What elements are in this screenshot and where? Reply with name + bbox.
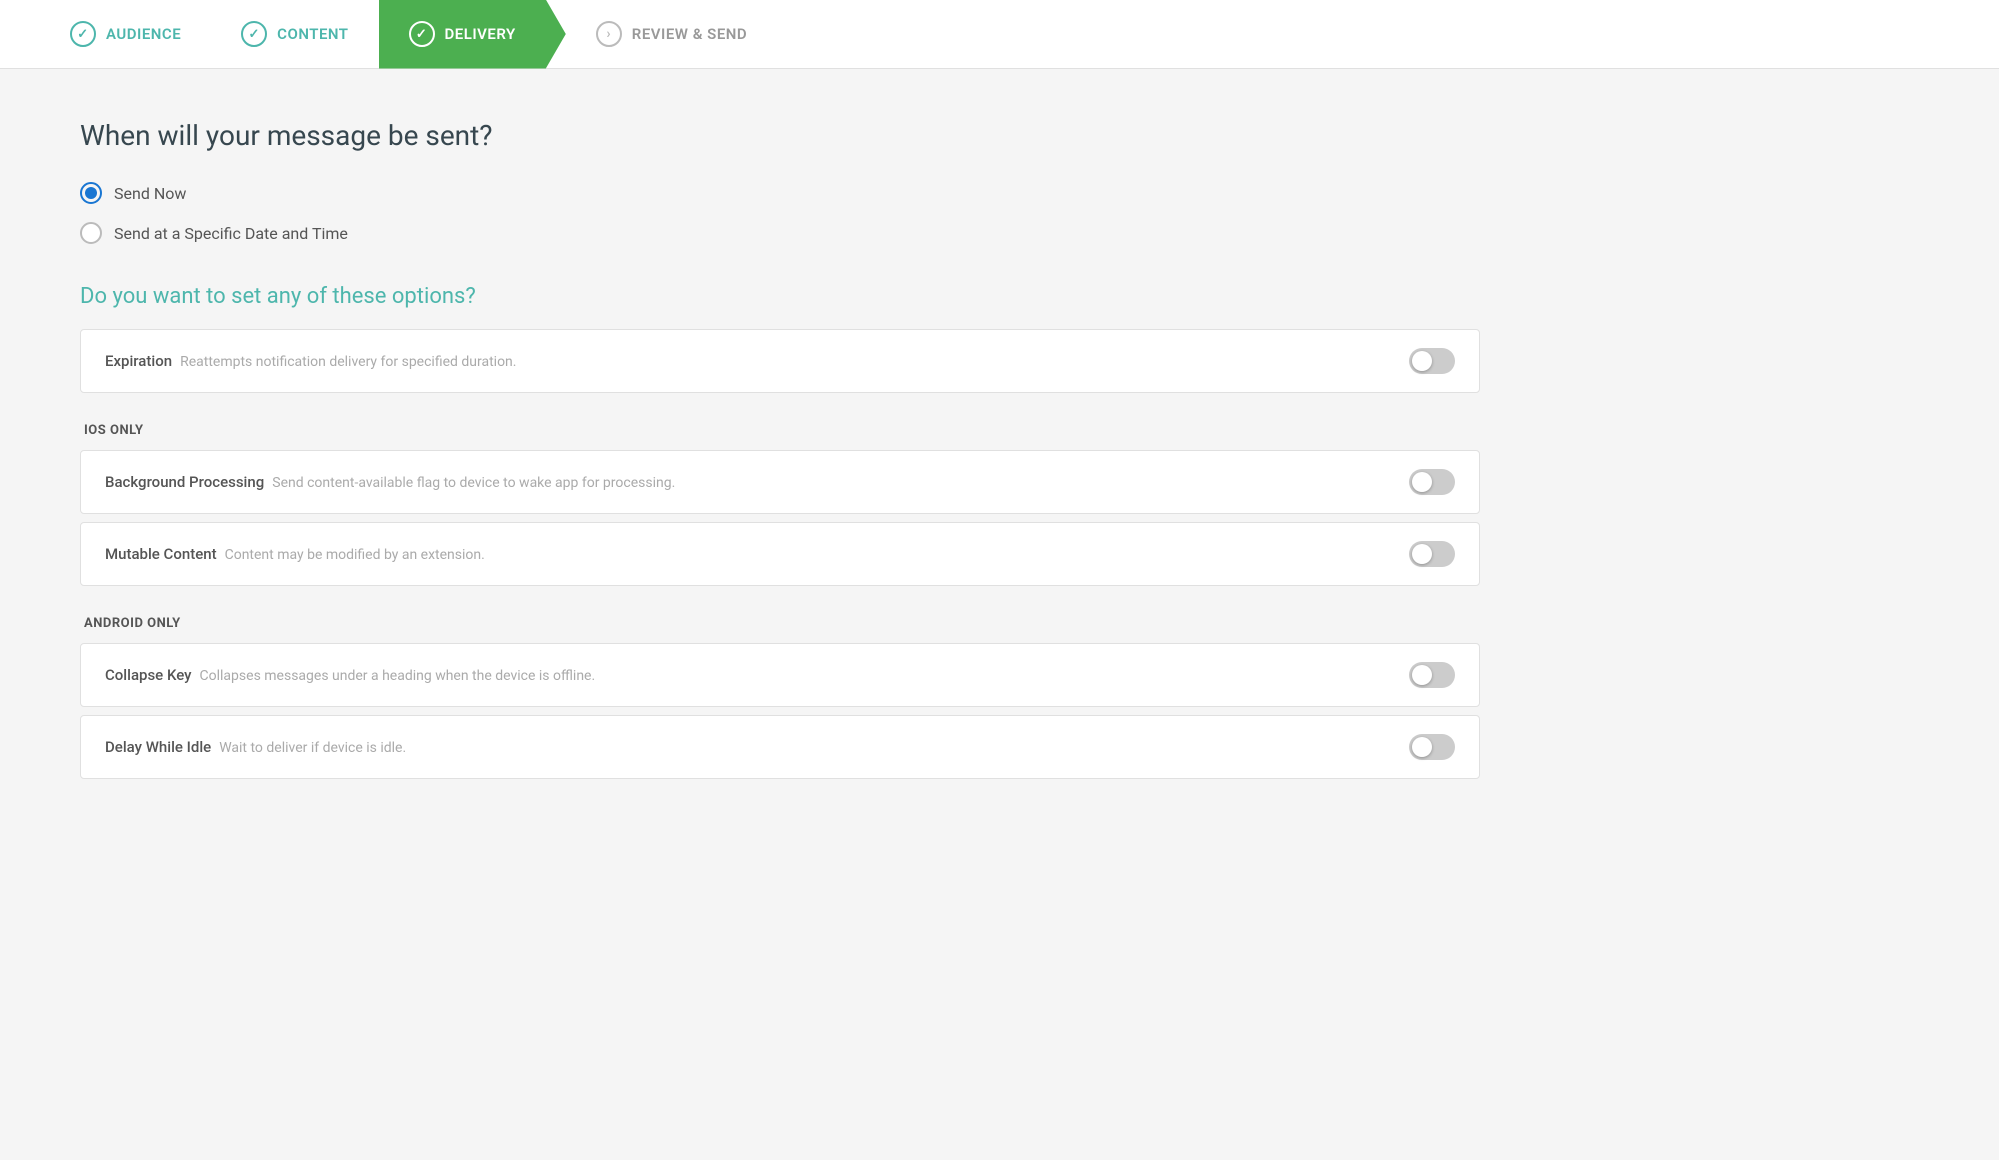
delay-while-idle-option-desc: Wait to deliver if device is idle. <box>219 740 406 756</box>
delay-while-idle-toggle-track <box>1409 734 1455 760</box>
delivery-check-icon: ✓ <box>416 27 427 42</box>
main-content: When will your message be sent? Send Now… <box>0 69 1500 859</box>
mutable-content-option-desc: Content may be modified by an extension. <box>225 547 485 563</box>
mutable-content-option-text: Mutable Content Content may be modified … <box>105 545 485 563</box>
audience-step-label: AUDIENCE <box>106 25 181 43</box>
review-send-chevron-icon: › <box>606 26 611 42</box>
collapse-key-option-desc: Collapses messages under a heading when … <box>200 668 596 684</box>
collapse-key-toggle-thumb <box>1412 665 1432 685</box>
expiration-toggle[interactable] <box>1409 348 1455 374</box>
delay-while-idle-toggle[interactable] <box>1409 734 1455 760</box>
content-step-icon: ✓ <box>241 21 267 47</box>
send-scheduled-label: Send at a Specific Date and Time <box>114 224 348 243</box>
mutable-content-option-card: Mutable Content Content may be modified … <box>80 522 1480 586</box>
ios-only-section: IOS ONLY Background Processing Send cont… <box>80 423 1480 586</box>
collapse-key-option-card: Collapse Key Collapses messages under a … <box>80 643 1480 707</box>
expiration-toggle-track <box>1409 348 1455 374</box>
general-options-section: Expiration Reattempts notification deliv… <box>80 329 1480 393</box>
audience-step-icon: ✓ <box>70 21 96 47</box>
expiration-toggle-thumb <box>1412 351 1432 371</box>
background-processing-toggle[interactable] <box>1409 469 1455 495</box>
nav-step-review-send[interactable]: › REVIEW & SEND <box>566 0 777 69</box>
send-scheduled-option[interactable]: Send at a Specific Date and Time <box>80 222 1420 244</box>
delay-while-idle-option-text: Delay While Idle Wait to deliver if devi… <box>105 738 406 756</box>
expiration-option-card: Expiration Reattempts notification deliv… <box>80 329 1480 393</box>
ios-only-label: IOS ONLY <box>80 423 1480 438</box>
mutable-content-toggle-track <box>1409 541 1455 567</box>
collapse-key-option-text: Collapse Key Collapses messages under a … <box>105 666 595 684</box>
collapse-key-toggle-track <box>1409 662 1455 688</box>
android-only-section: ANDROID ONLY Collapse Key Collapses mess… <box>80 616 1480 779</box>
options-section-title: Do you want to set any of these options? <box>80 284 1420 309</box>
send-time-radio-group: Send Now Send at a Specific Date and Tim… <box>80 182 1420 244</box>
expiration-option-name: Expiration <box>105 352 172 370</box>
send-now-radio[interactable] <box>80 182 102 204</box>
background-processing-option-card: Background Processing Send content-avail… <box>80 450 1480 514</box>
collapse-key-toggle[interactable] <box>1409 662 1455 688</box>
content-step-label: CONTENT <box>277 25 348 43</box>
review-send-step-label: REVIEW & SEND <box>632 25 747 43</box>
nav-step-content[interactable]: ✓ CONTENT <box>211 0 378 69</box>
send-now-option[interactable]: Send Now <box>80 182 1420 204</box>
nav-step-delivery[interactable]: ✓ DELIVERY <box>379 0 566 69</box>
mutable-content-toggle[interactable] <box>1409 541 1455 567</box>
options-container: Expiration Reattempts notification deliv… <box>80 329 1480 779</box>
top-navigation: ✓ AUDIENCE ✓ CONTENT ✓ DELIVERY › REVIEW… <box>0 0 1999 69</box>
delivery-step-label: DELIVERY <box>445 25 516 43</box>
background-processing-option-name: Background Processing <box>105 473 264 491</box>
android-only-label: ANDROID ONLY <box>80 616 1480 631</box>
background-processing-toggle-thumb <box>1412 472 1432 492</box>
background-processing-toggle-track <box>1409 469 1455 495</box>
delay-while-idle-option-card: Delay While Idle Wait to deliver if devi… <box>80 715 1480 779</box>
send-scheduled-radio[interactable] <box>80 222 102 244</box>
when-section-title: When will your message be sent? <box>80 119 1420 152</box>
delivery-step-icon: ✓ <box>409 21 435 47</box>
mutable-content-toggle-thumb <box>1412 544 1432 564</box>
collapse-key-option-name: Collapse Key <box>105 666 192 684</box>
review-send-step-icon: › <box>596 21 622 47</box>
background-processing-option-text: Background Processing Send content-avail… <box>105 473 675 491</box>
background-processing-option-desc: Send content-available flag to device to… <box>272 475 675 491</box>
nav-step-audience[interactable]: ✓ AUDIENCE <box>40 0 211 69</box>
delay-while-idle-option-name: Delay While Idle <box>105 738 211 756</box>
send-now-label: Send Now <box>114 184 186 203</box>
mutable-content-option-name: Mutable Content <box>105 545 217 563</box>
delay-while-idle-toggle-thumb <box>1412 737 1432 757</box>
content-check-icon: ✓ <box>248 27 259 42</box>
expiration-option-text: Expiration Reattempts notification deliv… <box>105 352 516 370</box>
audience-check-icon: ✓ <box>77 27 88 42</box>
expiration-option-desc: Reattempts notification delivery for spe… <box>180 354 516 370</box>
